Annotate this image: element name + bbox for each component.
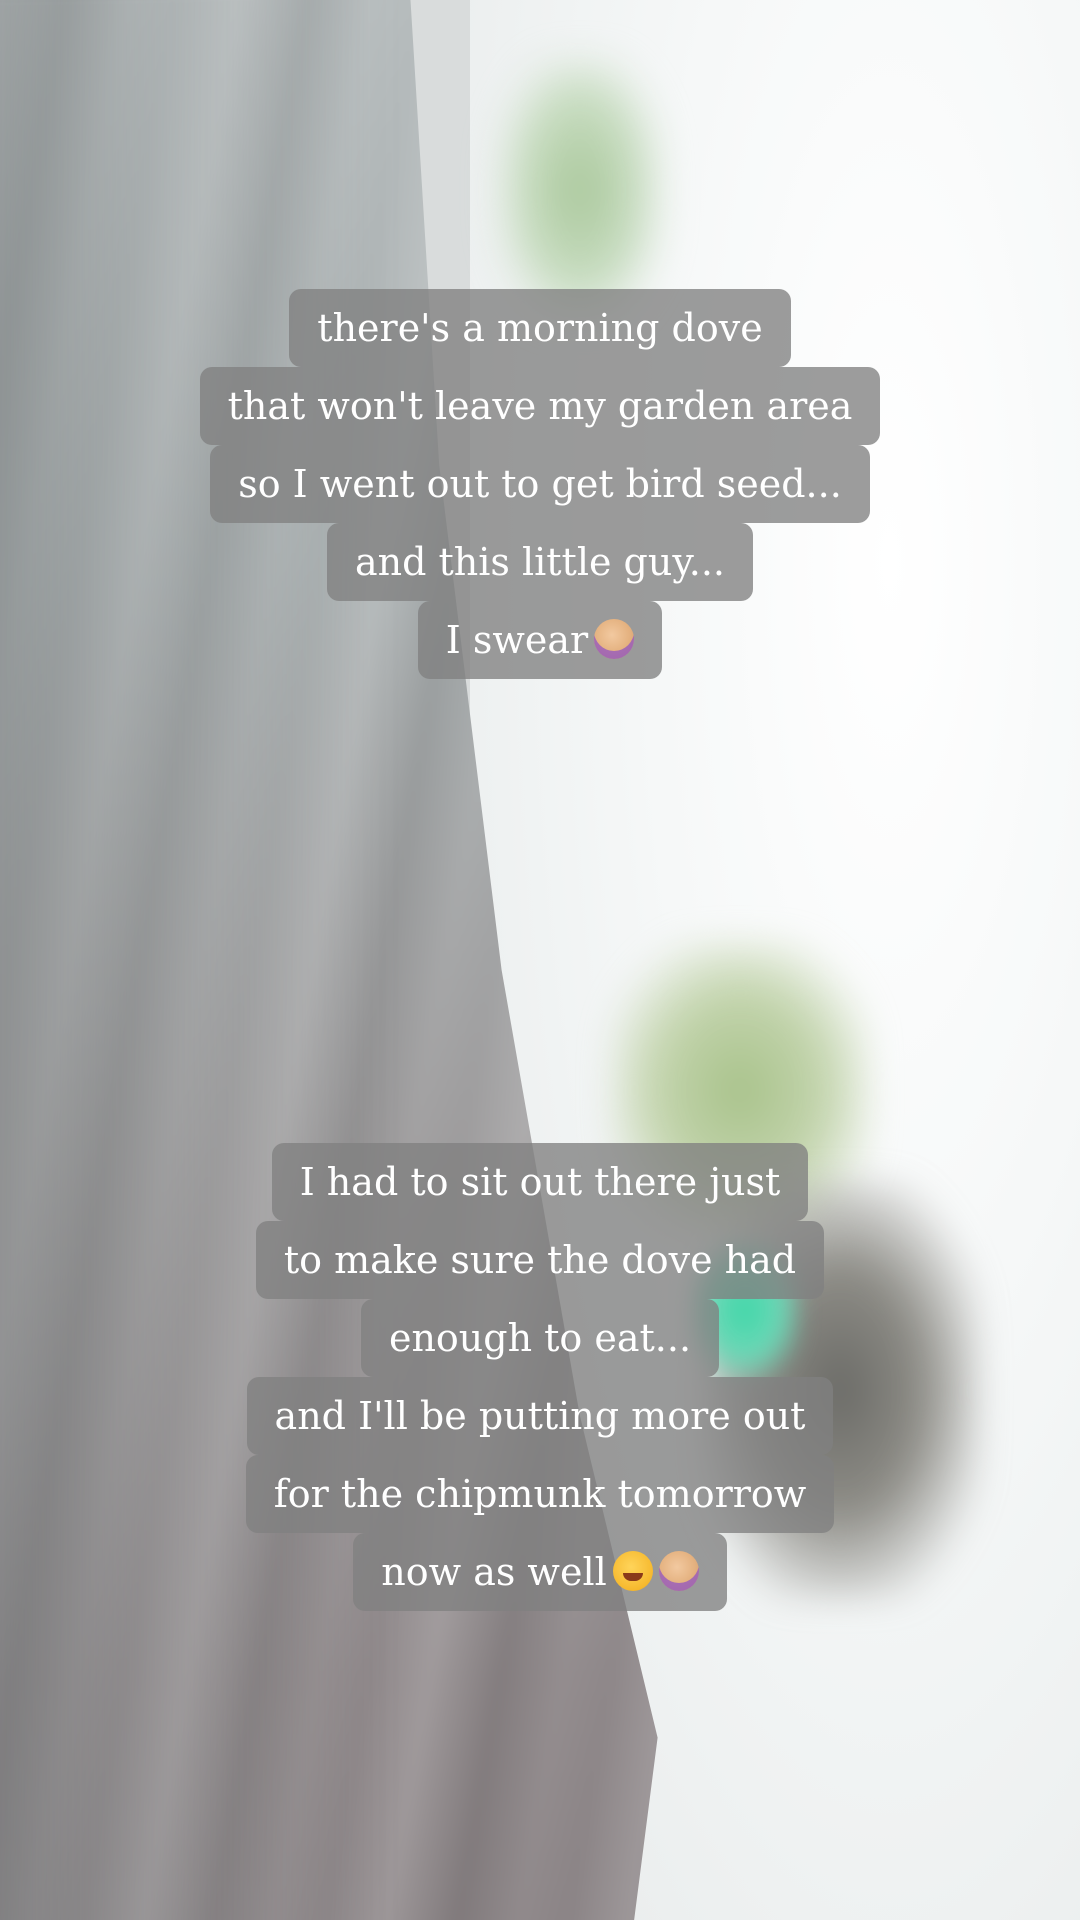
caption-line-last: now as well — [353, 1533, 727, 1611]
grinning-face-with-sweat-icon — [612, 1551, 653, 1591]
caption-line-text: now as well — [381, 1550, 607, 1594]
caption-line-last: I swear — [417, 601, 663, 679]
caption-line: and I'll be putting more out — [246, 1377, 834, 1455]
caption-block-2[interactable]: I had to sit out there just to make sure… — [0, 1143, 1080, 1611]
woman-facepalming-icon — [658, 1551, 699, 1591]
caption-line: for the chipmunk tomorrow — [245, 1455, 835, 1533]
woman-facepalming-icon — [594, 619, 635, 659]
caption-line: so I went out to get bird seed... — [210, 445, 870, 523]
caption-line: enough to eat... — [360, 1299, 720, 1377]
caption-line: to make sure the dove had — [255, 1221, 825, 1299]
caption-line: that won't leave my garden area — [199, 367, 881, 445]
caption-line-text: I swear — [445, 618, 589, 662]
caption-block-1[interactable]: there's a morning dove that won't leave … — [0, 289, 1080, 679]
caption-line: and this little guy... — [326, 523, 754, 601]
background-photo — [0, 0, 1080, 1920]
caption-line: there's a morning dove — [289, 289, 791, 367]
curtain-shadow — [0, 0, 380, 1920]
caption-line: I had to sit out there just — [271, 1143, 809, 1221]
outdoor-greenery — [500, 60, 660, 320]
